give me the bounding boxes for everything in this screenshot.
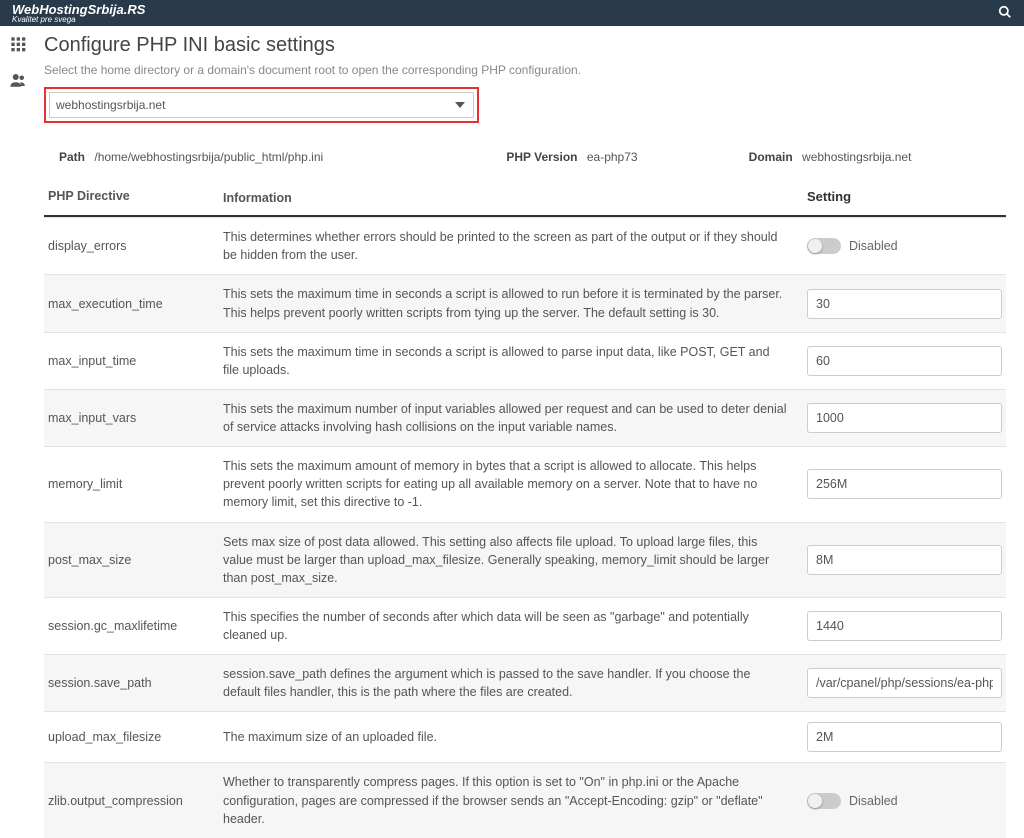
toggle-switch[interactable] <box>807 238 841 254</box>
directive-name: memory_limit <box>48 477 223 491</box>
domain-select-highlight: webhostingsrbija.net <box>44 87 479 123</box>
phpver-label: PHP Version <box>506 150 577 164</box>
directive-info: This determines whether errors should be… <box>223 228 807 264</box>
directive-name: upload_max_filesize <box>48 730 223 744</box>
directive-setting <box>807 469 1002 499</box>
directive-setting: Disabled <box>807 238 1002 254</box>
users-icon[interactable] <box>9 71 27 94</box>
path-label: Path <box>59 150 85 164</box>
table-row: session.save_pathsession.save_path defin… <box>44 654 1006 711</box>
page-description: Select the home directory or a domain's … <box>44 63 1006 77</box>
header-setting: Setting <box>807 189 1002 204</box>
setting-input[interactable] <box>807 545 1002 575</box>
table-row: upload_max_filesizeThe maximum size of a… <box>44 711 1006 762</box>
info-path: Path /home/webhostingsrbija/public_html/… <box>59 150 506 164</box>
table-row: memory_limitThis sets the maximum amount… <box>44 446 1006 521</box>
brand-logo: WebHostingSrbija.RS Kvalitet pre svega <box>12 3 145 24</box>
toggle-label: Disabled <box>849 239 898 253</box>
directive-name: max_input_vars <box>48 411 223 425</box>
directive-setting <box>807 722 1002 752</box>
main-content: Configure PHP INI basic settings Select … <box>36 26 1024 838</box>
domain-value: webhostingsrbija.net <box>802 150 911 164</box>
toggle-switch[interactable] <box>807 793 841 809</box>
setting-input[interactable] <box>807 403 1002 433</box>
directive-setting <box>807 668 1002 698</box>
directive-info: This sets the maximum amount of memory i… <box>223 457 807 511</box>
directive-setting <box>807 545 1002 575</box>
directive-info: This sets the maximum number of input va… <box>223 400 807 436</box>
directive-info: This sets the maximum time in seconds a … <box>223 285 807 321</box>
toggle-label: Disabled <box>849 794 898 808</box>
header-directive: PHP Directive <box>48 189 223 203</box>
directive-name: max_input_time <box>48 354 223 368</box>
info-domain: Domain webhostingsrbija.net <box>749 150 991 164</box>
directive-setting <box>807 346 1002 376</box>
directive-setting: Disabled <box>807 793 1002 809</box>
setting-input[interactable] <box>807 668 1002 698</box>
setting-input[interactable] <box>807 289 1002 319</box>
header-info: Information <box>223 189 807 207</box>
directive-info: The maximum size of an uploaded file. <box>223 728 807 746</box>
setting-input[interactable] <box>807 346 1002 376</box>
directive-name: zlib.output_compression <box>48 794 223 808</box>
page-title: Configure PHP INI basic settings <box>44 34 1006 57</box>
brand-tagline: Kvalitet pre svega <box>12 16 145 24</box>
left-rail <box>0 26 36 838</box>
table-row: zlib.output_compressionWhether to transp… <box>44 762 1006 837</box>
directive-info: This sets the maximum time in seconds a … <box>223 343 807 379</box>
directive-name: session.gc_maxlifetime <box>48 619 223 633</box>
directive-info: Sets max size of post data allowed. This… <box>223 533 807 587</box>
search-icon[interactable] <box>998 5 1012 22</box>
domain-label: Domain <box>749 150 793 164</box>
settings-table: PHP Directive Information Setting displa… <box>44 181 1006 838</box>
table-row: session.gc_maxlifetimeThis specifies the… <box>44 597 1006 654</box>
top-bar: WebHostingSrbija.RS Kvalitet pre svega <box>0 0 1024 26</box>
table-header: PHP Directive Information Setting <box>44 181 1006 217</box>
directive-setting <box>807 289 1002 319</box>
apps-icon[interactable] <box>10 36 26 57</box>
table-row: max_input_varsThis sets the maximum numb… <box>44 389 1006 446</box>
table-row: display_errorsThis determines whether er… <box>44 217 1006 274</box>
directive-name: max_execution_time <box>48 297 223 311</box>
setting-input[interactable] <box>807 469 1002 499</box>
config-info-row: Path /home/webhostingsrbija/public_html/… <box>44 139 1006 175</box>
brand-text: WebHostingSrbija.RS <box>12 3 145 16</box>
directive-info: Whether to transparently compress pages.… <box>223 773 807 827</box>
directive-info: session.save_path defines the argument w… <box>223 665 807 701</box>
directive-name: post_max_size <box>48 553 223 567</box>
table-row: post_max_sizeSets max size of post data … <box>44 522 1006 597</box>
directive-setting <box>807 611 1002 641</box>
directive-setting <box>807 403 1002 433</box>
directive-name: session.save_path <box>48 676 223 690</box>
setting-input[interactable] <box>807 611 1002 641</box>
setting-input[interactable] <box>807 722 1002 752</box>
directive-info: This specifies the number of seconds aft… <box>223 608 807 644</box>
phpver-value: ea-php73 <box>587 150 638 164</box>
path-value: /home/webhostingsrbija/public_html/php.i… <box>94 150 323 164</box>
directive-name: display_errors <box>48 239 223 253</box>
table-row: max_execution_timeThis sets the maximum … <box>44 274 1006 331</box>
table-row: max_input_timeThis sets the maximum time… <box>44 332 1006 389</box>
info-phpver: PHP Version ea-php73 <box>506 150 748 164</box>
domain-select[interactable]: webhostingsrbija.net <box>49 92 474 118</box>
